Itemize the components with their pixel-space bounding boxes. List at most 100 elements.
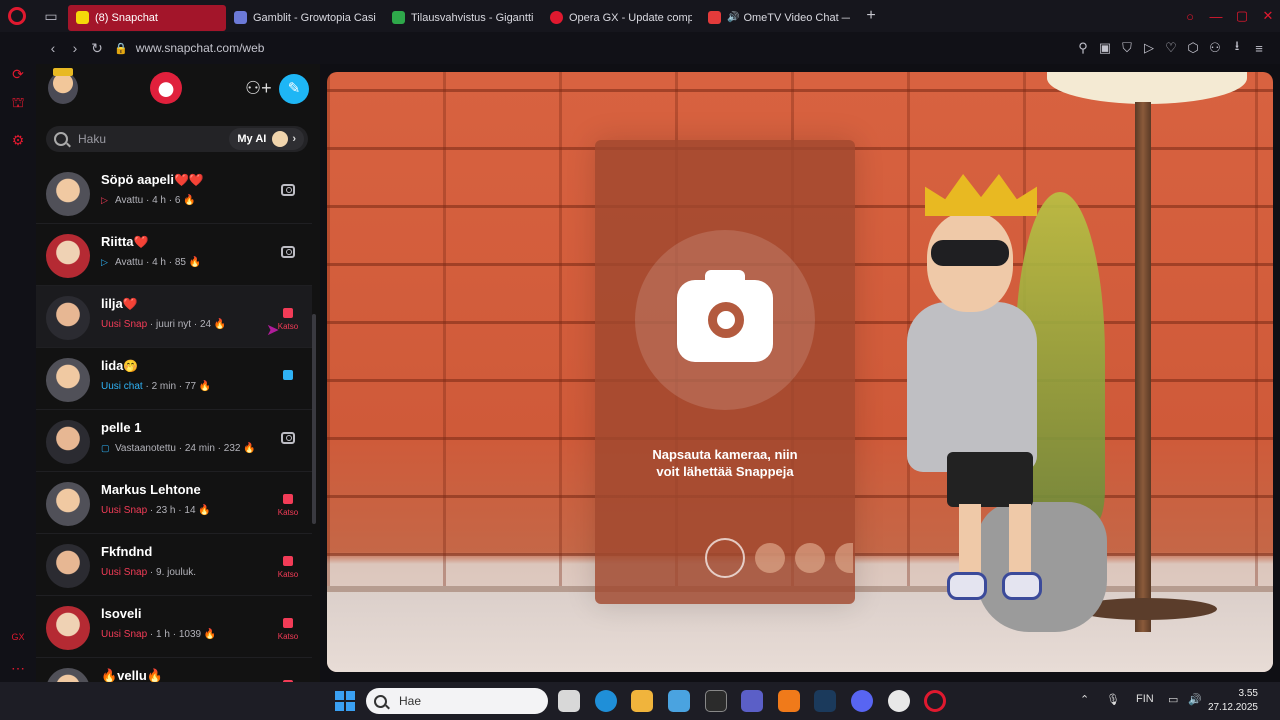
forward-button[interactable]: › xyxy=(64,40,86,56)
watch-snap-button[interactable]: Katso xyxy=(276,674,300,682)
fire-icon: 🔥 xyxy=(196,381,212,392)
steam-icon[interactable] xyxy=(814,690,836,712)
chat-list: Söpö aapeli❤️❤️ ▷ Avattu · 4 h · 6 🔥 Riitta… xyxy=(36,162,312,682)
reload-button[interactable]: ↻ xyxy=(86,40,108,57)
chat-row[interactable]: pelle 1 ▢ Vastaanotettu · 24 min · 232 🔥 xyxy=(36,410,312,472)
taskbar-clock[interactable]: 3.55 27.12.2025 xyxy=(1208,687,1258,715)
reply-camera-button[interactable] xyxy=(276,426,300,444)
menu-icon[interactable]: ≡ xyxy=(1248,41,1270,56)
tab-snapchat[interactable]: (8) Snapchat xyxy=(68,4,226,31)
microsoft-store-icon[interactable] xyxy=(631,690,653,712)
gx-corner-icon[interactable]: ⛫ xyxy=(9,94,27,112)
account-icon[interactable]: ⚇ xyxy=(1204,40,1226,56)
opera-gx-icon[interactable] xyxy=(924,690,946,712)
photos-icon[interactable] xyxy=(668,690,690,712)
search-icon[interactable]: ○ xyxy=(1178,9,1202,24)
opera-logo-icon[interactable] xyxy=(0,0,34,32)
lens-option[interactable] xyxy=(795,543,825,573)
friend-avatar[interactable] xyxy=(46,172,90,216)
heart-icon[interactable]: ♡ xyxy=(1160,40,1182,56)
camera-button[interactable] xyxy=(635,230,815,410)
friend-avatar[interactable] xyxy=(46,668,90,682)
tab-gigantti[interactable]: Tilausvahvistus - Gigantti xyxy=(384,5,542,31)
friend-avatar[interactable] xyxy=(46,296,90,340)
search-input[interactable]: Haku xyxy=(78,132,106,146)
snapshot-icon[interactable]: ▣ xyxy=(1094,40,1116,56)
app-icon[interactable] xyxy=(778,690,800,712)
back-button[interactable]: ‹ xyxy=(42,40,64,56)
taskbar-search[interactable]: Hae xyxy=(366,688,548,714)
chevron-right-icon: › xyxy=(292,133,296,145)
extensions-icon[interactable]: ⬡ xyxy=(1182,40,1204,56)
tab-gamblit[interactable]: Gamblit - Growtopia Casin xyxy=(226,5,384,31)
friend-avatar[interactable] xyxy=(46,544,90,588)
task-view-icon[interactable] xyxy=(558,690,580,712)
new-chat-button[interactable]: ✎ xyxy=(279,74,309,104)
gx-control-icon[interactable]: ⟳ xyxy=(9,66,27,84)
chat-row[interactable]: Söpö aapeli❤️❤️ ▷ Avattu · 4 h · 6 🔥 xyxy=(36,162,312,224)
network-icon[interactable]: ▭ xyxy=(1168,693,1178,706)
tab-ometv[interactable]: 🔊 OmeTV Video Chat — xyxy=(700,5,858,31)
discord-icon[interactable] xyxy=(851,690,873,712)
camera-view[interactable]: Napsauta kameraa, niin voit lähettää Sna… xyxy=(327,72,1273,672)
settings-gear-icon[interactable]: ⚙ xyxy=(9,132,27,150)
epic-games-icon[interactable] xyxy=(705,690,727,712)
tray-chevron-icon[interactable]: ⌃ xyxy=(1080,693,1089,706)
teams-icon[interactable] xyxy=(741,690,763,712)
app-icon[interactable] xyxy=(888,690,910,712)
status-label: Vastaanotettu xyxy=(115,443,176,454)
friend-avatar[interactable] xyxy=(46,606,90,650)
arrow-icon: ▷ xyxy=(101,257,108,267)
friend-avatar[interactable] xyxy=(46,234,90,278)
volume-icon[interactable]: 🔊 xyxy=(1188,693,1202,706)
tab-opera-gx[interactable]: Opera GX - Update compl xyxy=(542,5,700,31)
language-indicator[interactable]: FIN xyxy=(1136,693,1154,705)
friend-name: pelle 1 xyxy=(101,420,141,435)
friend-avatar[interactable] xyxy=(46,358,90,402)
lens-option[interactable] xyxy=(835,543,853,573)
url-field[interactable]: www.snapchat.com/web xyxy=(136,41,265,55)
story-avatar[interactable] xyxy=(150,72,182,104)
chat-row[interactable]: lida🤭 Uusi chat · 2 min · 77 🔥 xyxy=(36,348,312,410)
chat-row[interactable]: lsoveli Uusi Snap · 1 h · 1039 🔥 Katso xyxy=(36,596,312,658)
download-icon[interactable]: ⭳ xyxy=(1226,37,1248,59)
chat-row[interactable]: Fkfndnd Uusi Snap · 9. jouluk. Katso xyxy=(36,534,312,596)
player-icon[interactable]: ▷ xyxy=(1138,40,1160,56)
chat-row[interactable]: Riitta❤️ ▷ Avattu · 4 h · 85 🔥 xyxy=(36,224,312,286)
chat-list-scrollbar[interactable] xyxy=(312,164,316,594)
more-icon[interactable]: ⋯ xyxy=(9,660,27,678)
close-button[interactable]: ✕ xyxy=(1256,8,1280,24)
shield-icon[interactable]: ⛉ xyxy=(1116,40,1138,56)
my-bitmoji-avatar[interactable] xyxy=(48,68,78,104)
watch-snap-button[interactable]: Katso xyxy=(276,550,300,579)
fire-icon: 🔥 xyxy=(180,195,196,206)
microphone-icon[interactable]: 🎙 xyxy=(1106,693,1120,706)
pin-icon[interactable]: ⚲ xyxy=(1072,40,1094,56)
fire-icon: 🔥 xyxy=(185,257,202,268)
reply-camera-button[interactable] xyxy=(276,178,300,196)
new-tab-button[interactable]: + xyxy=(858,7,884,25)
friend-avatar[interactable] xyxy=(46,482,90,526)
snap-indicator-icon xyxy=(283,308,293,318)
windows-start-icon[interactable] xyxy=(335,691,355,711)
lens-option[interactable] xyxy=(755,543,785,573)
tab-menu-icon[interactable]: ▭ xyxy=(34,0,68,32)
taskbar-search-input[interactable]: Hae xyxy=(399,694,421,708)
watch-snap-button[interactable]: Katso xyxy=(276,488,300,517)
my-ai-button[interactable]: My AI › xyxy=(229,128,304,150)
crown-icon xyxy=(925,174,1037,216)
maximize-button[interactable]: ▢ xyxy=(1230,8,1254,24)
open-chat-button[interactable] xyxy=(276,364,300,380)
reply-camera-button[interactable] xyxy=(276,240,300,258)
capture-button[interactable] xyxy=(705,538,745,578)
chat-search-bar[interactable]: Haku My AI › xyxy=(46,126,308,152)
edge-icon[interactable] xyxy=(595,690,617,712)
add-friend-icon[interactable]: ⚇+ xyxy=(245,76,272,100)
camera-icon xyxy=(281,432,295,444)
minimize-button[interactable]: — xyxy=(1204,9,1228,24)
friend-name-text: lilja xyxy=(101,296,123,311)
watch-snap-button[interactable]: Katso xyxy=(276,612,300,641)
friend-avatar[interactable] xyxy=(46,420,90,464)
chat-row[interactable]: Markus Lehtone Uusi Snap · 23 h · 14 🔥 Kat… xyxy=(36,472,312,534)
chat-row[interactable]: 🔥vellu🔥 Katso xyxy=(36,658,312,682)
